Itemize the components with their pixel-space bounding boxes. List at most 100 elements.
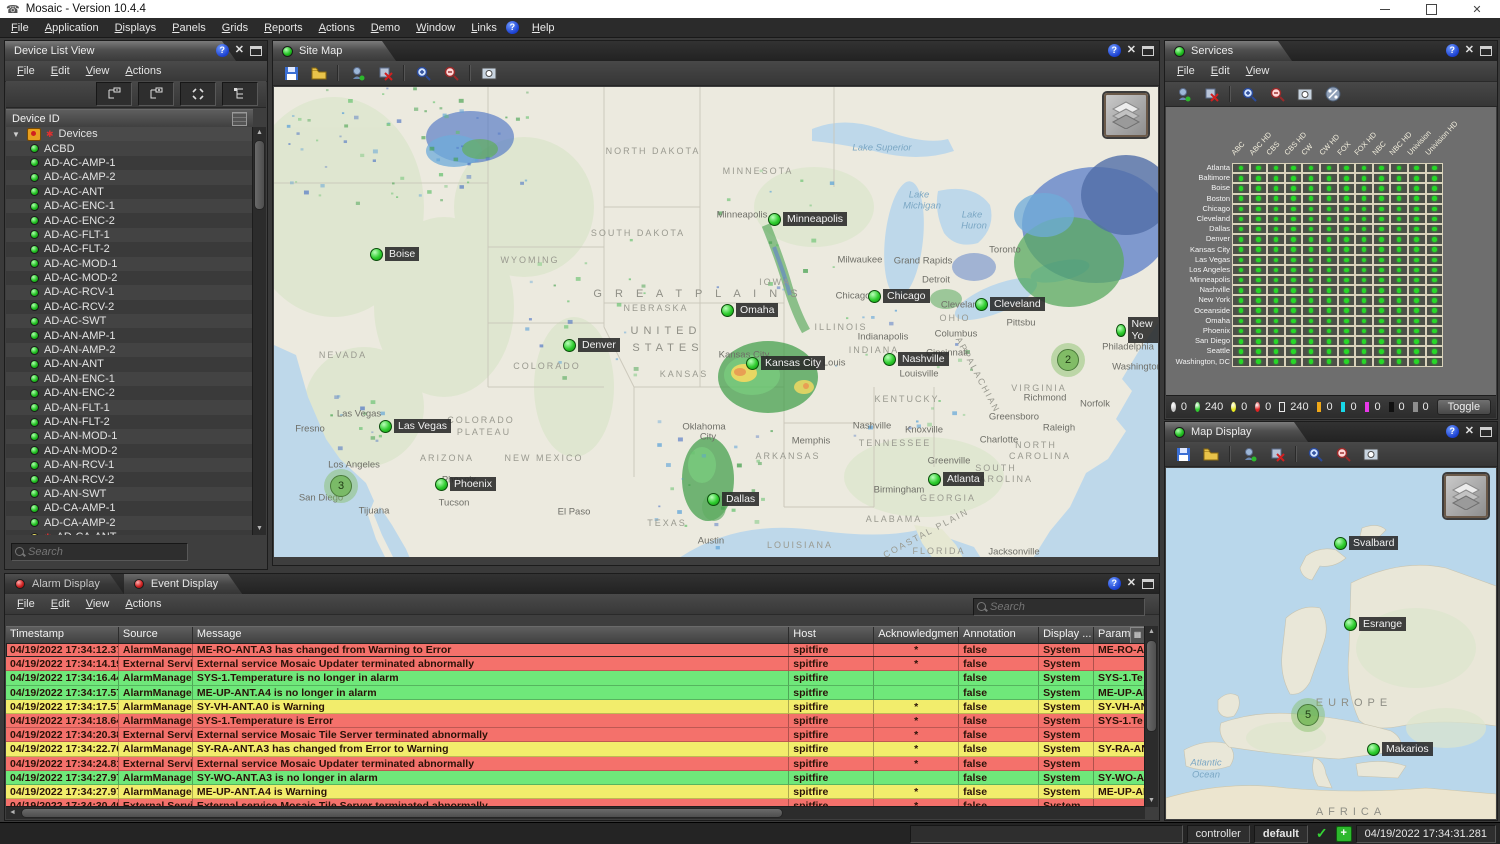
service-cell[interactable] <box>1426 285 1444 295</box>
service-cell[interactable] <box>1373 326 1391 336</box>
service-cell[interactable] <box>1232 295 1250 305</box>
service-cell[interactable] <box>1408 234 1426 244</box>
service-cell[interactable] <box>1320 204 1338 214</box>
zoom-out-button[interactable] <box>1267 84 1287 104</box>
device-row-ad-an-rcv-2[interactable]: AD-AN-RCV-2 <box>6 472 253 486</box>
add-site-button[interactable] <box>347 63 367 83</box>
menu-panels[interactable]: Panels <box>165 20 213 36</box>
service-cell[interactable] <box>1408 336 1426 346</box>
site-marker-las-vegas[interactable]: Las Vegas <box>379 419 451 433</box>
device-row-ad-an-amp-2[interactable]: AD-AN-AMP-2 <box>6 343 253 357</box>
service-cell[interactable] <box>1373 194 1391 204</box>
device-row-ad-ac-enc-2[interactable]: AD-AC-ENC-2 <box>6 213 253 227</box>
device-row-ad-ac-swt[interactable]: AD-AC-SWT <box>6 314 253 328</box>
tab-device-list-view[interactable]: Device List View <box>5 41 236 61</box>
service-cell[interactable] <box>1232 204 1250 214</box>
service-cell[interactable] <box>1355 194 1373 204</box>
service-cell[interactable] <box>1250 357 1268 367</box>
help-icon[interactable]: ? <box>1446 44 1459 57</box>
service-cell[interactable] <box>1320 357 1338 367</box>
service-cell[interactable] <box>1373 183 1391 193</box>
capture-button[interactable] <box>1295 84 1315 104</box>
add-service-button[interactable] <box>1173 84 1193 104</box>
service-cell[interactable] <box>1302 194 1320 204</box>
service-cell[interactable] <box>1302 326 1320 336</box>
service-cell[interactable] <box>1285 265 1303 275</box>
event-column-timestamp[interactable]: Timestamp <box>6 627 119 643</box>
menu-application[interactable]: Application <box>38 20 106 36</box>
service-cell[interactable] <box>1302 214 1320 224</box>
menu-view[interactable]: View <box>80 63 116 79</box>
site-marker-boise[interactable]: Boise <box>370 247 419 261</box>
service-cell[interactable] <box>1373 306 1391 316</box>
service-cell[interactable] <box>1320 224 1338 234</box>
service-cell[interactable] <box>1267 336 1285 346</box>
menu-actions[interactable]: Actions <box>119 596 167 612</box>
service-cell[interactable] <box>1355 295 1373 305</box>
service-cell[interactable] <box>1232 265 1250 275</box>
service-cell[interactable] <box>1390 245 1408 255</box>
service-cell[interactable] <box>1426 255 1444 265</box>
service-cell[interactable] <box>1373 245 1391 255</box>
service-cell[interactable] <box>1250 245 1268 255</box>
device-row-ad-an-enc-2[interactable]: AD-AN-ENC-2 <box>6 386 253 400</box>
site-marker-atlanta[interactable]: Atlanta <box>928 472 984 486</box>
site-marker-makarios[interactable]: Makarios <box>1367 742 1433 756</box>
service-cell[interactable] <box>1338 306 1356 316</box>
service-cell[interactable] <box>1390 295 1408 305</box>
device-row-acbd[interactable]: ACBD <box>6 141 253 155</box>
minimize-button[interactable] <box>1362 0 1408 18</box>
service-cell[interactable] <box>1232 326 1250 336</box>
open-button[interactable] <box>1201 444 1221 464</box>
scrollbar-thumb[interactable] <box>21 808 783 818</box>
service-cell[interactable] <box>1390 316 1408 326</box>
service-cell[interactable] <box>1373 234 1391 244</box>
service-cell[interactable] <box>1373 224 1391 234</box>
service-cell[interactable] <box>1373 346 1391 356</box>
service-cell[interactable] <box>1250 163 1268 173</box>
event-hscrollbar[interactable]: ◄ <box>6 806 1145 819</box>
service-cell[interactable] <box>1408 306 1426 316</box>
service-cell[interactable] <box>1232 163 1250 173</box>
device-column-header[interactable]: Device ID <box>6 109 253 128</box>
service-cell[interactable] <box>1373 295 1391 305</box>
site-cluster[interactable]: 2 <box>1051 343 1085 377</box>
service-cell[interactable] <box>1285 245 1303 255</box>
expand-tree-button[interactable] <box>138 82 174 106</box>
site-marker-kansas-city[interactable]: Kansas City <box>746 356 825 370</box>
service-cell[interactable] <box>1355 275 1373 285</box>
legend-sq-icon[interactable] <box>1341 402 1346 412</box>
device-row-ad-ac-enc-1[interactable]: AD-AC-ENC-1 <box>6 199 253 213</box>
menu-edit[interactable]: Edit <box>45 63 76 79</box>
controller-field[interactable]: controller <box>1187 825 1250 843</box>
service-cell[interactable] <box>1267 316 1285 326</box>
service-cell[interactable] <box>1320 163 1338 173</box>
service-cell[interactable] <box>1355 163 1373 173</box>
service-cell[interactable] <box>1285 183 1303 193</box>
service-cell[interactable] <box>1408 265 1426 275</box>
service-cell[interactable] <box>1408 326 1426 336</box>
service-cell[interactable] <box>1373 336 1391 346</box>
service-cell[interactable] <box>1426 245 1444 255</box>
service-cell[interactable] <box>1338 183 1356 193</box>
service-cell[interactable] <box>1285 285 1303 295</box>
service-cell[interactable] <box>1302 183 1320 193</box>
service-cell[interactable] <box>1320 316 1338 326</box>
event-column-host[interactable]: Host <box>789 627 874 643</box>
legend-sq-icon[interactable] <box>1413 402 1418 412</box>
service-cell[interactable] <box>1250 265 1268 275</box>
site-marker-nashville[interactable]: Nashville <box>883 352 949 366</box>
service-cell[interactable] <box>1408 316 1426 326</box>
site-marker-chicago[interactable]: Chicago <box>868 289 930 303</box>
service-cell[interactable] <box>1408 255 1426 265</box>
service-cell[interactable] <box>1267 346 1285 356</box>
device-row-ad-ca-ant[interactable]: ✱AD-CA-ANT <box>6 530 253 535</box>
service-cell[interactable] <box>1267 357 1285 367</box>
service-cell[interactable] <box>1250 255 1268 265</box>
column-settings-icon[interactable] <box>232 112 247 126</box>
service-cell[interactable] <box>1320 336 1338 346</box>
help-icon[interactable]: ? <box>1446 425 1459 438</box>
service-cell[interactable] <box>1338 173 1356 183</box>
event-row[interactable]: 04/19/2022 17:34:17.572AlarmManagerSY-VH… <box>6 700 1145 714</box>
device-row-ad-ac-mod-2[interactable]: AD-AC-MOD-2 <box>6 271 253 285</box>
